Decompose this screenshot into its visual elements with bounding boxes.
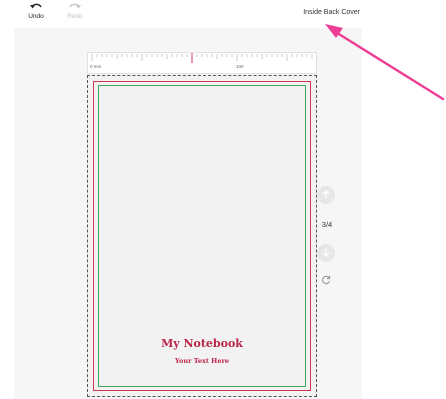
annotation-arrow bbox=[325, 24, 445, 101]
